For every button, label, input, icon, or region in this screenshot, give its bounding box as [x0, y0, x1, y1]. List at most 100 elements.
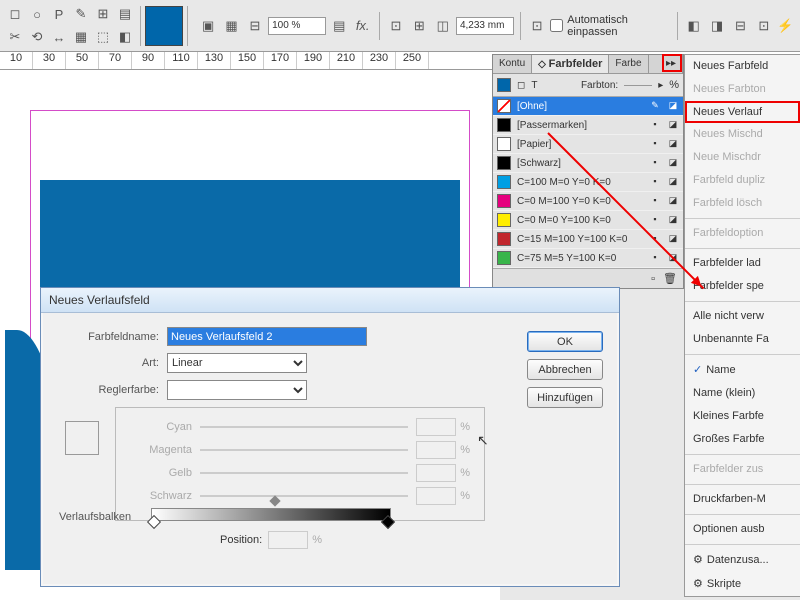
panel-flyout-button-highlight[interactable] — [662, 54, 682, 72]
tab-farbe[interactable]: Farbe — [609, 55, 648, 73]
color-preview-swatch — [65, 421, 99, 455]
tool-icon[interactable]: ▤ — [114, 3, 136, 25]
menu-item[interactable]: Druckfarben-M — [685, 488, 800, 511]
tool-icon[interactable]: ◨ — [707, 15, 727, 37]
swatch-row[interactable]: [Ohne]✎◪ — [493, 97, 683, 116]
new-gradient-dialog: Neues Verlaufsfeld Farbfeldname: Art: Li… — [40, 287, 620, 587]
tool-icon[interactable]: ⊡ — [754, 15, 774, 37]
menu-item[interactable]: Name (klein) — [685, 382, 800, 405]
tool-icon[interactable]: ◧ — [114, 26, 136, 48]
add-button[interactable]: Hinzufügen — [527, 387, 603, 408]
slider-schwarz[interactable] — [200, 495, 408, 497]
label-verlaufsbalken: Verlaufsbalken — [59, 511, 141, 523]
label-art: Art: — [57, 357, 167, 369]
swatch-color — [497, 137, 511, 151]
tool-icon[interactable]: ⊟ — [245, 15, 265, 37]
tool-icon[interactable]: ⊞ — [409, 15, 429, 37]
main-toolbar: ◻○P✎⊞▤ ✂⟲↔▦⬚◧ ▣ ▦ ⊟ ▤ fx. ⊡ ⊞ ◫ ⊡ Automa… — [0, 0, 800, 52]
menu-item[interactable]: Farbfelder lad — [685, 252, 800, 275]
tool-icon[interactable]: ⊡ — [386, 15, 406, 37]
tool-icon[interactable]: ▤ — [329, 15, 349, 37]
flash-icon[interactable]: ⚡ — [775, 15, 796, 37]
menu-item[interactable]: Neues Verlauf — [685, 101, 800, 123]
tool-icon[interactable]: ⊞ — [92, 3, 114, 25]
menu-item[interactable]: Datenzusa... — [685, 548, 800, 572]
new-swatch-icon[interactable]: ▫ — [651, 273, 655, 285]
farbton-label: Farbton: — [581, 80, 618, 91]
swatch-color — [497, 175, 511, 189]
fill-stroke-proxy[interactable] — [497, 78, 511, 92]
slider-gelb[interactable] — [200, 472, 408, 474]
swatch-color — [497, 232, 511, 246]
swatch-name: C=100 M=0 Y=0 K=0 — [517, 177, 643, 188]
ok-button[interactable]: OK — [527, 331, 603, 352]
autofit-checkbox[interactable]: Automatisch einpassen — [550, 14, 670, 38]
swatch-row[interactable]: [Schwarz]▪◪ — [493, 154, 683, 173]
menu-item[interactable]: Name — [685, 358, 800, 382]
swatch-row[interactable]: C=75 M=5 Y=100 K=0▪◪ — [493, 249, 683, 268]
menu-item[interactable]: Farbfelder spe — [685, 275, 800, 298]
swatch-name: [Schwarz] — [517, 158, 643, 169]
zoom-field[interactable] — [268, 17, 326, 35]
swatch-row[interactable]: C=15 M=100 Y=100 K=0▪◪ — [493, 230, 683, 249]
tool-icon[interactable]: ✎ — [70, 3, 92, 25]
menu-item: Neues Mischd — [685, 123, 800, 146]
tool-icon[interactable]: ▣ — [198, 15, 218, 37]
menu-item[interactable]: Unbenannte Fa — [685, 328, 800, 351]
slider-cyan[interactable] — [200, 426, 408, 428]
value-cyan[interactable] — [416, 418, 456, 436]
swatch-color — [497, 213, 511, 227]
menu-item: Farbfeld dupliz — [685, 169, 800, 192]
tool-icon[interactable]: ⊟ — [730, 15, 750, 37]
tool-icon[interactable]: ◧ — [683, 15, 703, 37]
tool-icon[interactable]: ↔ — [48, 26, 70, 48]
menu-item[interactable]: Kleines Farbfe — [685, 405, 800, 428]
measure-field[interactable] — [456, 17, 514, 35]
select-art[interactable]: Linear — [167, 353, 307, 373]
swatch-color — [497, 251, 511, 265]
slider-magenta[interactable] — [200, 449, 408, 451]
input-position[interactable] — [268, 531, 308, 549]
swatch-name: C=0 M=0 Y=100 K=0 — [517, 215, 643, 226]
tool-icon[interactable]: ⊡ — [527, 15, 547, 37]
menu-item[interactable]: Neues Farbfeld — [685, 55, 800, 78]
menu-item[interactable]: Skripte — [685, 572, 800, 596]
label-farbfeldname: Farbfeldname: — [57, 331, 167, 343]
fx-icon[interactable]: fx. — [352, 15, 372, 37]
gradient-ramp[interactable] — [151, 508, 391, 521]
tool-icon[interactable]: ⟲ — [26, 26, 48, 48]
swatch-row[interactable]: [Passermarken]▪◪ — [493, 116, 683, 135]
menu-item: Farbfeldoption — [685, 222, 800, 245]
delete-swatch-icon[interactable]: 🗑 — [663, 272, 677, 285]
tool-icon[interactable]: ○ — [26, 3, 48, 25]
swatch-row[interactable]: [Papier]▪◪ — [493, 135, 683, 154]
value-gelb[interactable] — [416, 464, 456, 482]
swatch-name: C=0 M=100 Y=0 K=0 — [517, 196, 643, 207]
panel-footer: ▫ 🗑 — [493, 268, 683, 288]
tool-icon[interactable]: ▦ — [221, 15, 241, 37]
tool-icon[interactable]: ✂ — [4, 26, 26, 48]
tool-icon[interactable]: ⬚ — [92, 26, 114, 48]
value-schwarz[interactable] — [416, 487, 456, 505]
menu-item[interactable]: Optionen ausb — [685, 518, 800, 541]
tool-icon[interactable]: ◫ — [433, 15, 453, 37]
input-farbfeldname[interactable] — [167, 327, 367, 346]
tool-icon[interactable]: ◻ — [4, 3, 26, 25]
tool-icon[interactable]: ▦ — [70, 26, 92, 48]
swatch-name: [Ohne] — [517, 101, 643, 112]
swatch-name: [Passermarken] — [517, 120, 643, 131]
tab-kontur[interactable]: Kontu — [493, 55, 532, 73]
tab-farbfelder[interactable]: ◇ Farbfelder — [532, 55, 609, 73]
value-magenta[interactable] — [416, 441, 456, 459]
tool-icon[interactable]: P — [48, 3, 70, 25]
swatch-color — [497, 99, 511, 113]
swatch-row[interactable]: C=100 M=0 Y=0 K=0▪◪ — [493, 173, 683, 192]
cancel-button[interactable]: Abbrechen — [527, 359, 603, 380]
menu-item[interactable]: Großes Farbfe — [685, 428, 800, 451]
fill-color-swatch[interactable] — [145, 6, 183, 46]
swatch-row[interactable]: C=0 M=100 Y=0 K=0▪◪ — [493, 192, 683, 211]
menu-item[interactable]: Alle nicht verw — [685, 305, 800, 328]
select-reglerfarbe[interactable] — [167, 380, 307, 400]
swatch-row[interactable]: C=0 M=0 Y=100 K=0▪◪ — [493, 211, 683, 230]
menu-item: Farbfelder zus — [685, 458, 800, 481]
